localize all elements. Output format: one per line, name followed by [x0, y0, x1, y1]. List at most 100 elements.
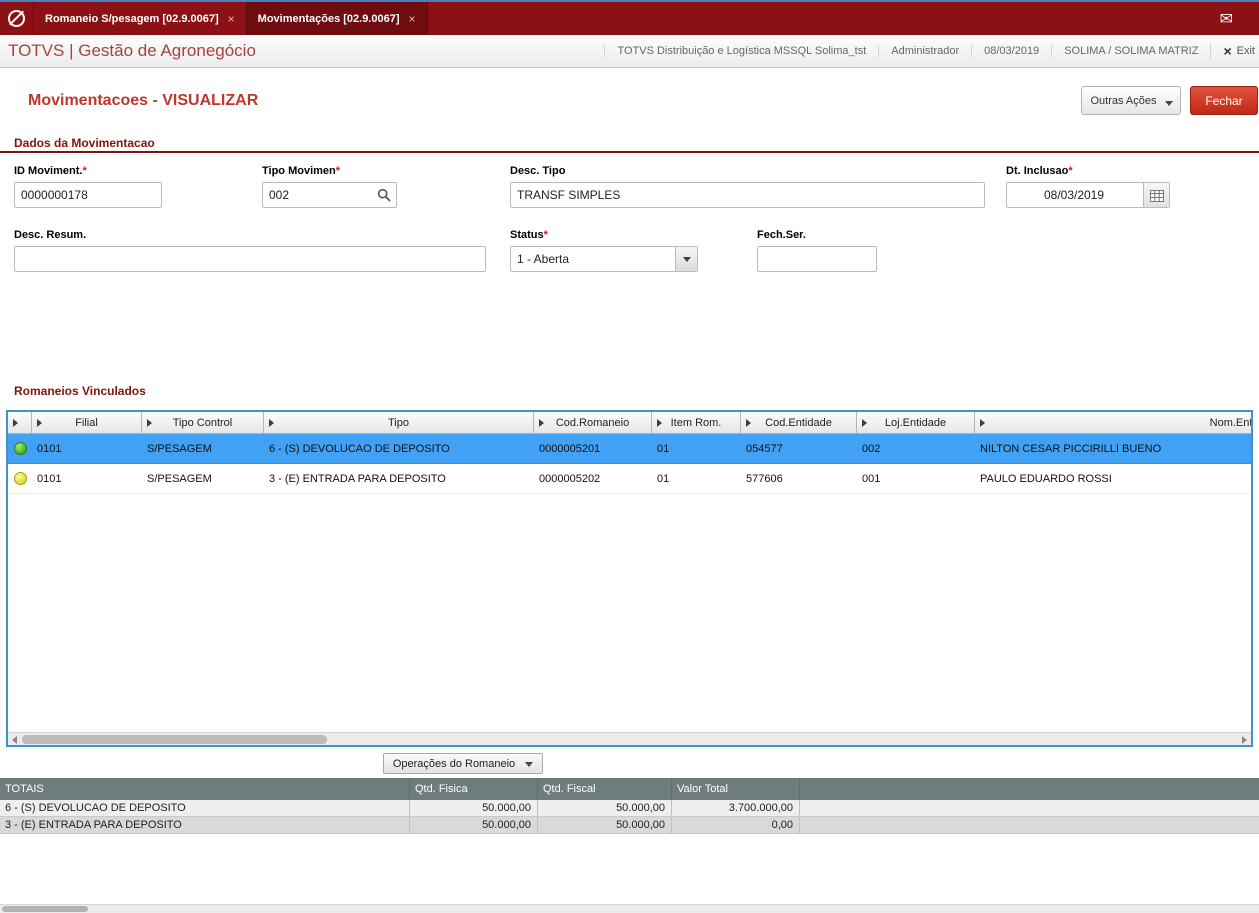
grid-row[interactable]: 0101 S/PESAGEM 6 - (S) DEVOLUCAO DE DEPOSI… [8, 434, 1251, 464]
fechar-button[interactable]: Fechar [1190, 86, 1258, 115]
tab-close-icon[interactable]: × [228, 12, 235, 26]
desc-resum-input[interactable] [14, 246, 486, 272]
tab-label: Romaneio S/pesagem [02.9.0067] [45, 12, 219, 25]
header-context-item: TOTVS Distribuição e Logística MSSQL Sol… [604, 45, 878, 57]
status-cell [8, 442, 32, 455]
grid-header-cell[interactable]: Item Rom. [652, 412, 741, 433]
totals-cell: 0,00 [672, 817, 800, 833]
grid-cell: 01 [657, 472, 670, 485]
column-sort-icon [13, 418, 18, 427]
status-value: 1 - Aberta [517, 252, 570, 266]
label-text: Fech.Ser. [757, 229, 806, 241]
operacoes-romaneio-label: Operações do Romaneio [392, 757, 516, 770]
fech-ser-label: Fech.Ser. [757, 229, 877, 241]
page-horizontal-scrollbar[interactable] [0, 904, 1259, 913]
label-text: Tipo Movimen [262, 165, 336, 177]
grid-header-cell[interactable]: Loj.Entidade [857, 412, 975, 433]
totals-header-filler [800, 778, 1259, 800]
calendar-icon[interactable] [1143, 183, 1169, 207]
id-moviment-label: ID Moviment.* [14, 165, 162, 177]
exit-button[interactable]: × Exit [1210, 43, 1259, 59]
id-moviment-input[interactable] [14, 182, 162, 208]
header-context: TOTVS Distribuição e Logística MSSQL Sol… [604, 45, 1210, 57]
column-label: Cod.Entidade [765, 416, 832, 429]
scrollbar-thumb[interactable] [22, 735, 327, 744]
header-context-item: SOLIMA / SOLIMA MATRIZ [1051, 45, 1210, 57]
column-label: Filial [75, 416, 98, 429]
scroll-left-icon[interactable] [12, 736, 17, 744]
totals-cell: 6 - (S) DEVOLUCAO DE DEPOSITO [0, 800, 410, 816]
label-text: Desc. Tipo [510, 165, 566, 177]
desc-resum-label: Desc. Resum. [14, 229, 486, 241]
dt-inclusao-label: Dt. Inclusao* [1006, 165, 1170, 177]
grid-header-cell[interactable]: Nom.Entidade [975, 412, 1253, 433]
status-dropdown-button[interactable] [675, 247, 697, 271]
totals-cell: 50.000,00 [410, 817, 538, 833]
totals-cell: 50.000,00 [538, 800, 672, 816]
totals-cell: 50.000,00 [538, 817, 672, 833]
field-status: Status* 1 - Aberta [510, 229, 698, 272]
app-logo-icon [8, 10, 25, 27]
window-tab[interactable]: Movimentações [02.9.0067] × [246, 2, 428, 35]
grid-cell: 0000005202 [539, 472, 601, 485]
fech-ser-input[interactable] [757, 246, 877, 272]
scrollbar-thumb[interactable] [2, 906, 88, 912]
desc-tipo-label: Desc. Tipo [510, 165, 985, 177]
operacoes-romaneio-button[interactable]: Operações do Romaneio [383, 753, 543, 774]
totals-cell: 3 - (E) ENTRADA PARA DEPOSITO [0, 817, 410, 833]
totals-header-cell: Qtd. Fiscal [538, 778, 672, 800]
window-tab[interactable]: Romaneio S/pesagem [02.9.0067] × [34, 2, 247, 35]
grid-horizontal-scrollbar[interactable] [8, 732, 1251, 745]
grid-cell: NILTON CESAR PICCIRILLI BUENO [980, 442, 1162, 455]
grid-cell: 0101 [37, 472, 62, 485]
totals-row-filler [800, 817, 1259, 833]
search-icon[interactable] [377, 188, 391, 202]
grid-header-cell[interactable]: Cod.Romaneio [534, 412, 652, 433]
outras-acoes-button[interactable]: Outras Ações [1081, 86, 1181, 115]
tab-label: Movimentações [02.9.0067] [257, 12, 400, 25]
app-header: TOTVS | Gestão de Agronegócio TOTVS Dist… [0, 35, 1259, 68]
section-divider [0, 151, 1259, 153]
tab-strip: Romaneio S/pesagem [02.9.0067] × Movimenta… [34, 2, 428, 35]
status-yellow-icon [13, 472, 27, 485]
column-label: Loj.Entidade [884, 416, 947, 429]
grid-header-cell[interactable]: Tipo [264, 412, 534, 433]
required-marker: * [1068, 165, 1073, 177]
grid-cell: 0101 [37, 442, 62, 455]
column-label: Cod.Romaneio [555, 416, 630, 429]
label-text: Status [510, 229, 544, 241]
field-tipo-movimen: Tipo Movimen* [262, 165, 397, 208]
grid-cell: 6 - (S) DEVOLUCAO DE DEPOSITO [269, 442, 450, 455]
mail-icon[interactable]: ✉ [1220, 9, 1233, 29]
column-label: Nom.Entidade [1209, 416, 1253, 429]
close-icon: × [1223, 43, 1232, 59]
grid-row[interactable]: 0101 S/PESAGEM 3 - (E) ENTRADA PARA DEPOSI… [8, 464, 1251, 494]
grid-cell: 577606 [746, 472, 783, 485]
grid-header-cell[interactable]: Filial [32, 412, 142, 433]
grid-body: 0101 S/PESAGEM 6 - (S) DEVOLUCAO DE DEPOSI… [8, 434, 1251, 494]
totals-header-cell: Valor Total [672, 778, 800, 800]
grid-header-cell[interactable]: Cod.Entidade [741, 412, 857, 433]
tab-close-icon[interactable]: × [409, 12, 416, 26]
chevron-down-icon [682, 256, 691, 262]
grid-cell: 001 [862, 472, 881, 485]
grid-cell: S/PESAGEM [147, 472, 212, 485]
scroll-right-icon[interactable] [1242, 736, 1247, 744]
page-title: Movimentacoes - VISUALIZAR [28, 92, 259, 109]
totals-body: 6 - (S) DEVOLUCAO DE DEPOSITO 50.000,00 50… [0, 800, 1259, 834]
totals-header-cell: TOTAIS [0, 778, 410, 800]
status-cell [8, 472, 32, 485]
label-text: Dt. Inclusao [1006, 165, 1069, 177]
desc-tipo-input[interactable] [510, 182, 985, 208]
totals-header: TOTAIS Qtd. Fisica Qtd. Fiscal Valor Total [0, 778, 1259, 800]
field-desc-tipo: Desc. Tipo [510, 165, 985, 208]
status-select[interactable]: 1 - Aberta [510, 246, 698, 272]
window-titlebar: Romaneio S/pesagem [02.9.0067] × Movimenta… [0, 0, 1259, 35]
field-desc-resum: Desc. Resum. [14, 229, 486, 272]
field-dt-inclusao: Dt. Inclusao* [1006, 165, 1170, 208]
label-text: ID Moviment. [14, 165, 83, 177]
section-romaneios-vinculados-title: Romaneios Vinculados [14, 384, 146, 398]
grid-header-cell[interactable]: Tipo Control [142, 412, 264, 433]
grid-cell: 01 [657, 442, 670, 455]
grid-header-cell[interactable] [8, 412, 32, 433]
